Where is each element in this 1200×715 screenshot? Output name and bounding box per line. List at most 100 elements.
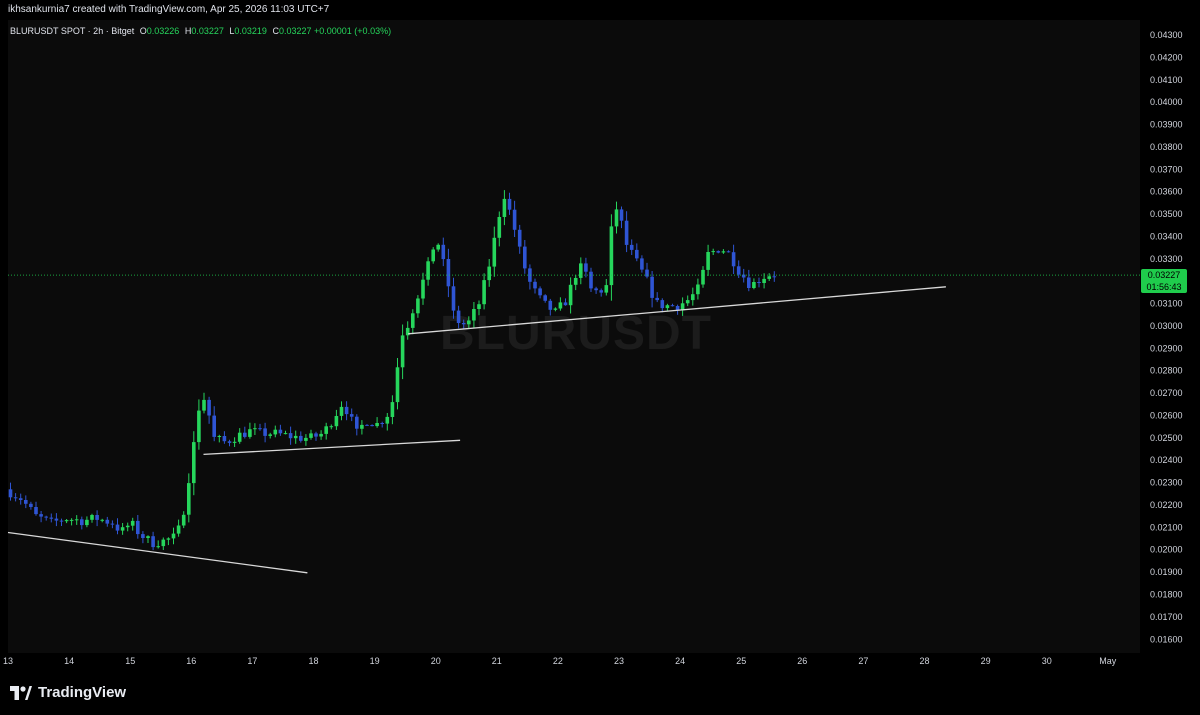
price-tick-label: 0.01700 xyxy=(1150,612,1183,622)
candle-body-up xyxy=(232,441,237,443)
time-tick-label: 18 xyxy=(308,656,318,666)
candle-body-up xyxy=(273,429,278,435)
candle-body-down xyxy=(594,288,598,291)
candle-body-up xyxy=(492,237,497,267)
candle-body-up xyxy=(502,198,507,217)
candle-body-down xyxy=(548,300,553,310)
candle-body-down xyxy=(355,416,359,429)
price-tick-label: 0.04000 xyxy=(1150,97,1183,107)
candle-body-up xyxy=(268,434,272,436)
candle-body-up xyxy=(309,433,313,438)
candle-body-down xyxy=(731,252,736,267)
candle-body-down xyxy=(599,290,603,293)
price-tick-label: 0.03100 xyxy=(1150,299,1183,309)
candle-body-up xyxy=(553,308,558,310)
candle-body-down xyxy=(344,406,349,415)
price-tick-label: 0.03300 xyxy=(1150,254,1183,264)
candle-body-down xyxy=(349,414,354,417)
candle-body-down xyxy=(451,286,456,311)
candle-body-up xyxy=(614,209,619,227)
time-tick-label: 15 xyxy=(125,656,135,666)
candle-body-up xyxy=(416,298,420,314)
candle-body-down xyxy=(207,399,211,416)
candle-body-up xyxy=(166,538,171,540)
tradingview-logo[interactable]: TradingView xyxy=(10,684,126,701)
candle-body-up xyxy=(100,519,104,521)
candle-body-down xyxy=(54,518,59,521)
candle-body-down xyxy=(523,246,527,269)
price-tick-label: 0.03800 xyxy=(1150,142,1183,152)
price-tick-label: 0.03400 xyxy=(1150,231,1183,241)
candle-body-down xyxy=(80,519,84,526)
candle-body-up xyxy=(253,428,257,430)
candle-body-up xyxy=(701,269,705,285)
candle-body-up xyxy=(482,280,486,305)
candle-body-down xyxy=(299,435,303,441)
candle-body-down xyxy=(151,536,155,548)
candle-body-down xyxy=(533,281,537,289)
candle-body-up xyxy=(390,402,395,417)
candle-body-up xyxy=(161,539,166,547)
candle-body-up xyxy=(293,435,298,439)
candle-body-down xyxy=(726,251,731,253)
high-value: 0.03227 xyxy=(191,26,224,36)
chart-canvas[interactable]: 0.04300 0.04200 0.04100 0.04000 0.03900 0.038… xyxy=(0,0,1200,715)
candles-series xyxy=(8,190,777,551)
candle-body-down xyxy=(441,244,446,260)
time-tick-label: 17 xyxy=(247,656,257,666)
candle-body-down xyxy=(507,198,512,210)
candle-body-up xyxy=(125,525,130,528)
candle-body-down xyxy=(59,520,64,522)
time-tick-label: 16 xyxy=(186,656,196,666)
time-tick-label: 29 xyxy=(981,656,991,666)
time-tick-label: 22 xyxy=(553,656,563,666)
candle-body-up xyxy=(691,294,695,301)
candle-body-up xyxy=(395,367,400,403)
time-tick-label: 20 xyxy=(431,656,441,666)
candle-body-up xyxy=(304,437,308,441)
candle-body-up xyxy=(472,309,476,321)
time-tick-label: 30 xyxy=(1042,656,1052,666)
candle-body-down xyxy=(288,433,293,439)
candle-body-up xyxy=(411,313,415,328)
candle-body-down xyxy=(512,209,517,230)
candle-body-down xyxy=(314,433,318,437)
bar-countdown: 01:56:43 xyxy=(1146,282,1182,292)
candle-body-up xyxy=(558,302,563,309)
price-tick-label: 0.03600 xyxy=(1150,187,1183,197)
price-tick-label: 0.04300 xyxy=(1150,30,1183,40)
candle-body-down xyxy=(747,277,751,288)
candle-body-down xyxy=(278,429,283,434)
candle-body-up xyxy=(329,426,334,428)
candle-body-down xyxy=(44,516,48,518)
open-label: O xyxy=(139,26,147,36)
price-tick-label: 0.02300 xyxy=(1150,478,1183,488)
price-tick-label: 0.01600 xyxy=(1150,634,1183,644)
candle-body-up xyxy=(431,249,435,262)
price-tick-label: 0.04100 xyxy=(1150,75,1183,85)
candle-body-up xyxy=(237,432,242,442)
last-price-value: 0.03227 xyxy=(1147,270,1181,280)
candle-body-up xyxy=(375,423,379,427)
candle-body-up xyxy=(706,252,710,270)
candle-body-down xyxy=(212,415,216,437)
candle-body-up xyxy=(334,416,339,427)
candle-body-down xyxy=(365,424,369,426)
trendline xyxy=(7,531,308,574)
brand-name: TradingView xyxy=(38,684,127,701)
open-value: 0.03226 xyxy=(146,26,180,36)
candle-body-up xyxy=(762,278,766,283)
candle-body-up xyxy=(573,278,578,285)
candle-body-down xyxy=(543,295,547,301)
candle-body-down xyxy=(716,251,721,253)
time-tick-label: 26 xyxy=(797,656,807,666)
symbol-legend[interactable]: BLURUSDT SPOT · 2h · Bitget O0.03226 H0.… xyxy=(10,26,391,36)
candle-body-down xyxy=(619,209,624,221)
candle-body-down xyxy=(538,288,542,296)
candle-body-up xyxy=(711,251,715,253)
change-value: +0.00001 (+0.03%) xyxy=(314,26,392,36)
candle-body-up xyxy=(74,519,79,521)
candle-body-up xyxy=(400,335,405,368)
candle-body-up xyxy=(696,284,700,295)
candle-body-up xyxy=(197,410,201,443)
